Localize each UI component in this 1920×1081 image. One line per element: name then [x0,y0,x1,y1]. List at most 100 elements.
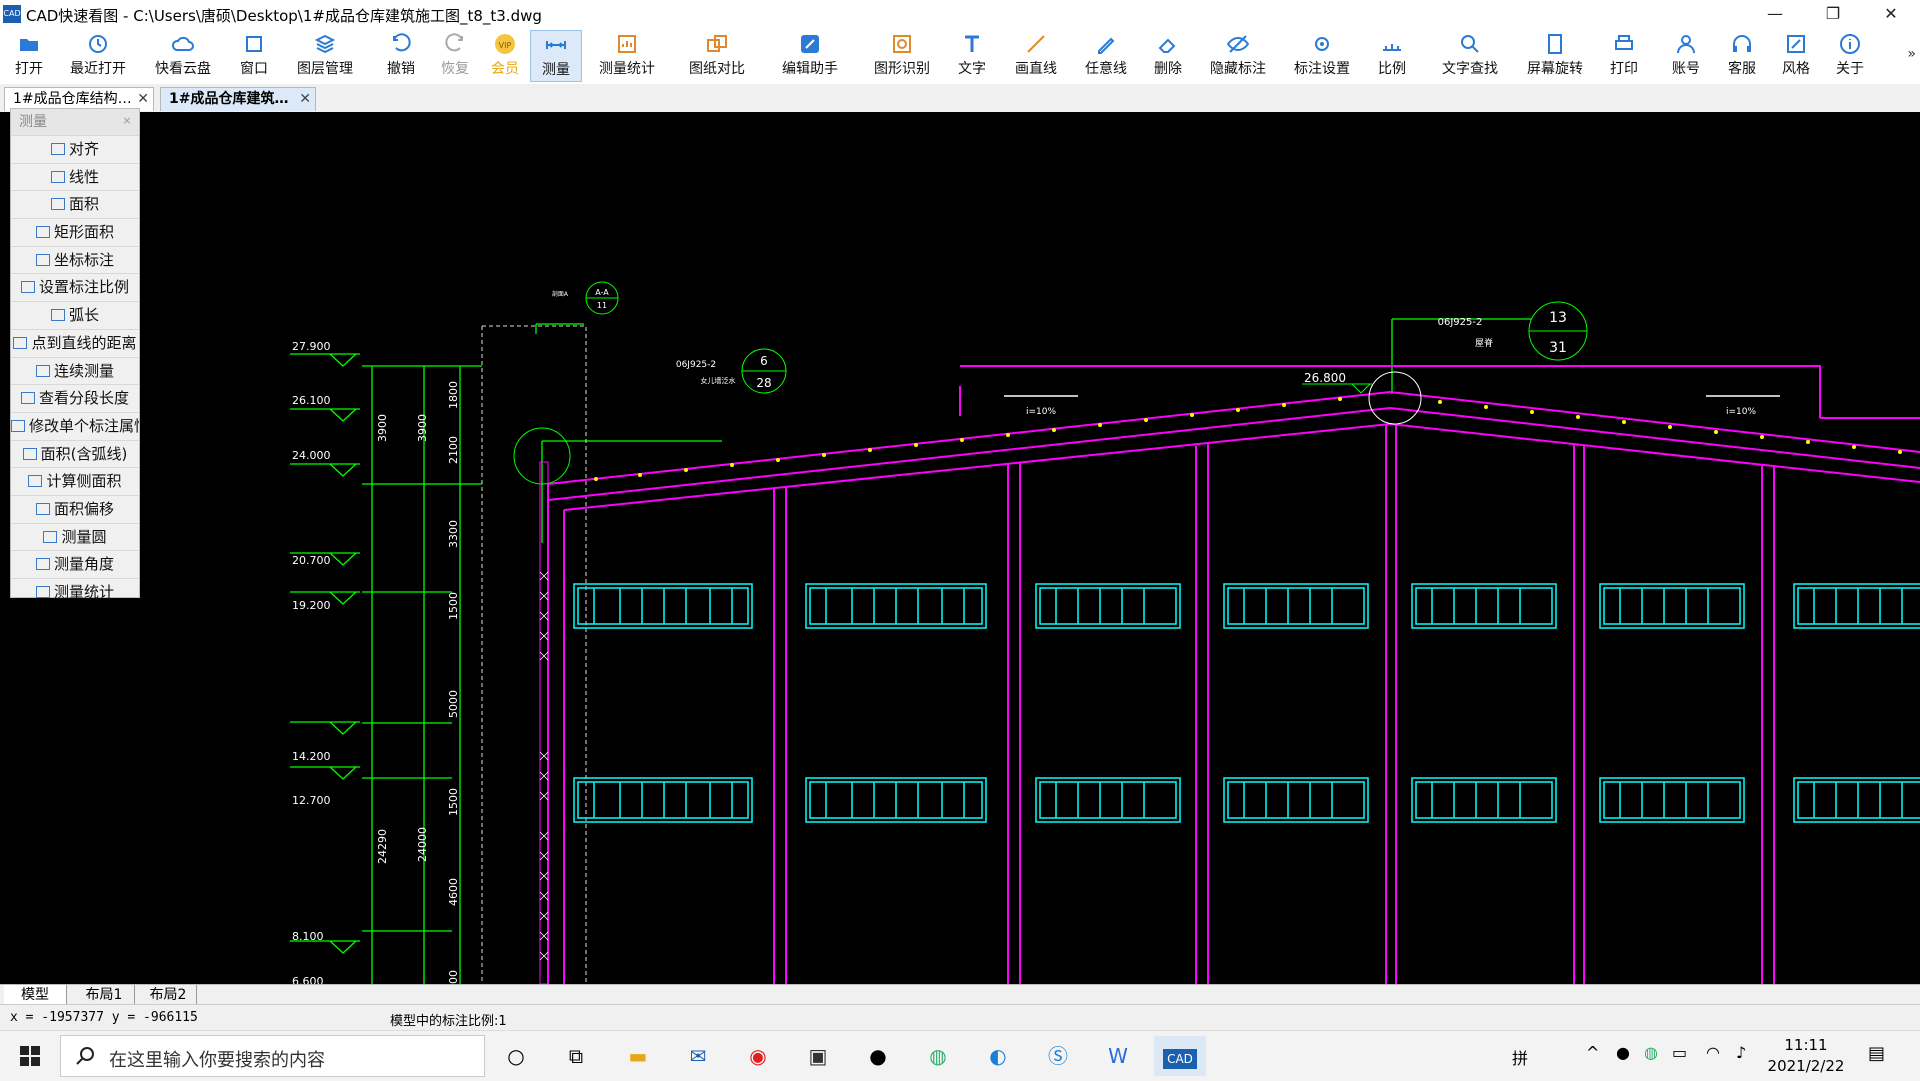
measure-area[interactable]: 面积 [11,190,139,218]
volume-icon[interactable]: ♪ [1736,1043,1746,1062]
panel-close-icon[interactable]: × [119,113,135,129]
cad-viewer-taskbar-icon[interactable]: CAD [1154,1036,1206,1076]
freehand-button[interactable]: 任意线 [1078,30,1134,82]
delete-button[interactable]: 删除 [1148,30,1188,82]
redo-button[interactable]: 恢复 [432,30,478,82]
compare-button[interactable]: 图纸对比 [684,30,750,82]
measure-item-label: 面积偏移 [53,499,114,518]
tab-layout2[interactable]: 布局2 [140,985,197,1005]
history-icon [89,35,107,53]
open-button[interactable]: 打开 [6,30,52,82]
notification-icon[interactable]: ▤ [1868,1043,1885,1064]
qq-icon[interactable]: ● [858,1036,898,1076]
tab-model[interactable]: 模型 [4,985,67,1005]
clock-time[interactable]: 11:11 [1770,1036,1842,1054]
elev-label-26100: 26.100 [292,394,331,407]
measure-modify-attr[interactable]: 修改单个标注属性 [11,411,139,440]
measure-point-line[interactable]: 点到直线的距离 [11,328,139,357]
style-button[interactable]: 风格 [1776,30,1816,82]
restore-button[interactable]: ❐ [1810,0,1856,28]
measure-area-offset[interactable]: 面积偏移 [11,494,139,523]
text-search-button[interactable]: 文字查找 [1436,30,1504,82]
measure-arc-area[interactable]: 面积(含弧线) [11,439,139,468]
edit-assistant-button[interactable]: 编辑助手 [776,30,844,82]
tab-close-icon[interactable]: ✕ [137,88,149,110]
windows-start-icon[interactable] [10,1036,50,1076]
callout13-leader [1391,318,1532,394]
vip-button[interactable]: VIP 会员 [484,30,526,82]
ime-indicator[interactable]: 拼 [1512,1045,1528,1069]
recent-button[interactable]: 最近打开 [64,30,132,82]
hide-annotation-button[interactable]: 隐藏标注 [1204,30,1272,82]
tray-qq-icon[interactable]: ● [1616,1043,1630,1062]
wechat-icon[interactable]: ◍ [918,1036,958,1076]
drawing-canvas[interactable]: 27.900 26.100 24.000 20.700 19.200 14.20… [0,112,1920,984]
coordinate-icon [35,253,50,266]
print-button[interactable]: 打印 [1604,30,1644,82]
dim-inner-2100: 2100 [447,436,460,464]
measure-linear[interactable]: 线性 [11,162,139,191]
rotate-screen-button[interactable]: 屏幕旋转 [1520,30,1590,82]
vip-icon: VIP [495,34,515,54]
undo-button[interactable]: 撤销 [378,30,424,82]
taskbar-search-input[interactable]: 在这里输入你要搜索的内容 [60,1035,485,1077]
dim-inner-4600: 4600 [447,878,460,906]
redo-icon [445,33,463,52]
tab-close-icon[interactable]: ✕ [299,88,311,110]
close-button[interactable]: ✕ [1868,0,1914,28]
battery-icon[interactable]: ▭ [1672,1043,1687,1062]
scale-button[interactable]: 比例 [1372,30,1412,82]
circle-icon [43,530,58,543]
cloud-button[interactable]: 快看云盘 [148,30,218,82]
ridge-elevation-marker: 26.800 [1302,371,1372,394]
cad-drawing[interactable]: 27.900 26.100 24.000 20.700 19.200 14.20… [0,112,1920,984]
tab-architecture-drawing[interactable]: 1#成品仓库建筑… ✕ [160,87,316,111]
measure-circle[interactable]: 测量圆 [11,522,139,551]
text-button[interactable]: 文字 [950,30,994,82]
measure-panel-header[interactable]: 测量 × [11,109,139,135]
store-icon[interactable]: ▣ [798,1036,838,1076]
measure-angle[interactable]: 测量角度 [11,550,139,578]
window-button[interactable]: 窗口 [232,30,276,82]
measure-button[interactable]: 测量 [530,30,582,82]
measure-segments[interactable]: 查看分段长度 [11,384,139,412]
line-button[interactable]: 画直线 [1008,30,1064,82]
netease-music-icon[interactable]: ◉ [738,1036,778,1076]
cortana-icon[interactable]: ○ [496,1036,536,1076]
about-button[interactable]: 关于 [1830,30,1870,82]
measure-stats-button[interactable]: 测量统计 [592,30,662,82]
measure-item-label: 计算侧面积 [46,472,122,491]
mail-icon[interactable]: ✉ [678,1036,718,1076]
measure-coordinate[interactable]: 坐标标注 [11,245,139,274]
wps-icon[interactable]: W [1098,1036,1138,1076]
callout-13-num: 13 [1549,310,1567,326]
measure-align[interactable]: 对齐 [11,135,139,163]
measure-side-area[interactable]: 计算侧面积 [11,467,139,495]
measure-panel: 测量 × 对齐 线性 面积 矩形面积 坐标标注 设置标注比例 弧长 点到直线的距… [10,108,140,601]
tab-layout1[interactable]: 布局1 [74,985,135,1005]
sogou-icon[interactable]: Ⓢ [1038,1036,1078,1076]
measure-arc-length[interactable]: 弧长 [11,301,139,329]
shape-recognize-button[interactable]: 图形识别 [868,30,936,82]
text-label: 文字 [958,61,986,77]
layers-button[interactable]: 图层管理 [290,30,360,82]
account-button[interactable]: 账号 [1666,30,1706,82]
edge-icon[interactable]: ◐ [978,1036,1018,1076]
rect-area-icon [35,226,50,239]
tray-arrow-icon[interactable]: ^ [1586,1043,1599,1062]
toolbar-more-icon[interactable]: » [1907,46,1916,62]
support-button[interactable]: 客服 [1722,30,1762,82]
clock-date[interactable]: 2021/2/22 [1764,1057,1848,1075]
annotation-settings-button[interactable]: 标注设置 [1288,30,1356,82]
tray-wechat-icon[interactable]: ◍ [1644,1043,1658,1062]
measure-rect-area[interactable]: 矩形面积 [11,218,139,246]
wifi-icon[interactable]: ◠ [1706,1043,1720,1062]
task-view-icon[interactable]: ⧉ [556,1036,596,1076]
align-icon [50,143,65,155]
minimize-button[interactable]: — [1752,0,1798,28]
file-explorer-icon[interactable]: ▬ [618,1036,658,1076]
callout-aa-ref: A-A [595,288,609,297]
measure-continuous[interactable]: 连续测量 [11,356,139,385]
measure-set-scale[interactable]: 设置标注比例 [11,273,139,301]
measure-statistics[interactable]: 测量统计 [11,578,139,606]
